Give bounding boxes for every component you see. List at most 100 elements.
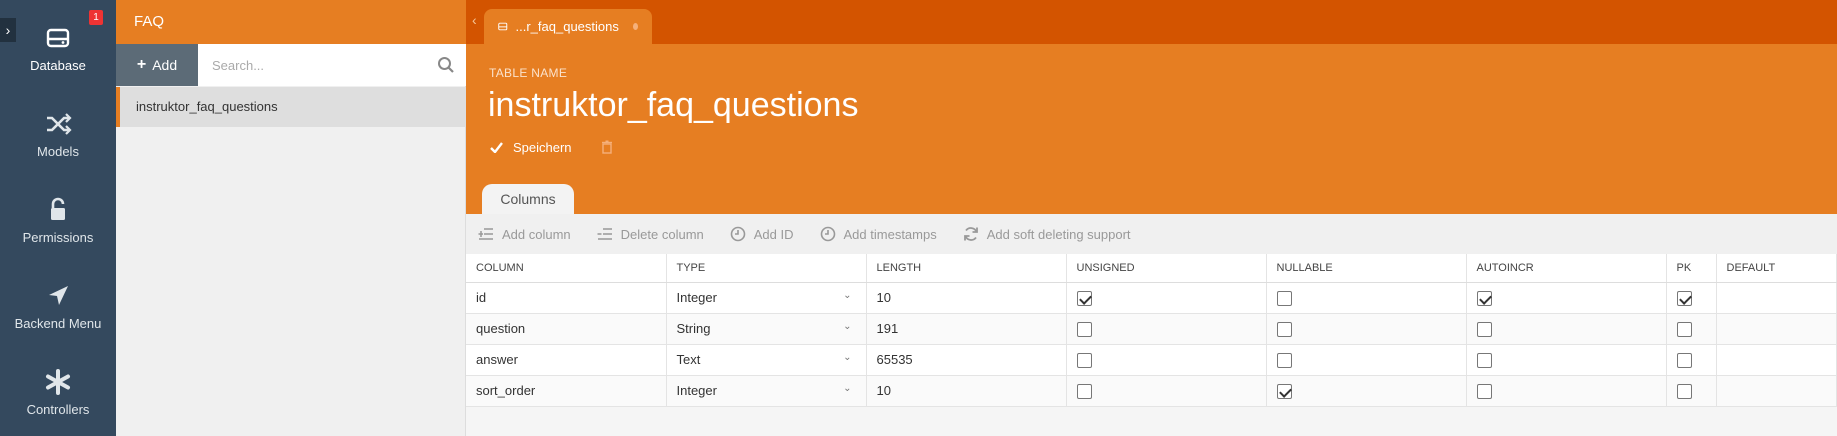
pk-checkbox[interactable] <box>1676 290 1692 306</box>
length-cell[interactable]: 65535 <box>866 344 1067 376</box>
length-cell[interactable]: 10 <box>866 282 1067 314</box>
default-cell[interactable] <box>1716 375 1837 407</box>
nullable-checkbox[interactable] <box>1276 383 1292 399</box>
type-value: Integer <box>676 290 717 305</box>
column-name-cell[interactable]: question <box>466 313 667 345</box>
table-row: question String ⌄ 191 <box>466 313 1837 345</box>
list-item[interactable]: instruktor_faq_questions <box>116 87 466 127</box>
add-soft-delete-button[interactable]: Add soft deleting support <box>963 226 1131 242</box>
nav-item-models[interactable]: Models <box>0 110 116 159</box>
tab-label: ...r_faq_questions <box>515 19 619 34</box>
save-label: Speichern <box>513 140 572 155</box>
column-name-cell[interactable]: answer <box>466 344 667 376</box>
add-id-button[interactable]: Add ID <box>730 226 794 242</box>
column-header: PK <box>1666 254 1717 283</box>
type-select[interactable]: String ⌄ <box>666 313 867 345</box>
pk-checkbox[interactable] <box>1676 383 1692 399</box>
nullable-checkbox[interactable] <box>1276 352 1292 368</box>
chevron-down-icon: ⌄ <box>843 321 852 332</box>
delete-column-icon <box>597 228 612 240</box>
clock-icon <box>820 226 835 242</box>
chevron-down-icon: ⌄ <box>843 290 852 301</box>
column-header: TYPE <box>666 254 867 283</box>
column-header: DEFAULT <box>1716 254 1837 283</box>
column-header: COLUMN <box>466 254 667 283</box>
nav-item-controllers[interactable]: Controllers <box>0 368 116 417</box>
default-cell[interactable] <box>1716 282 1837 314</box>
table-header-row: COLUMN TYPE LENGTH UNSIGNED NULLABLE AUT… <box>466 254 1837 283</box>
columns-table: COLUMN TYPE LENGTH UNSIGNED NULLABLE AUT… <box>466 254 1837 407</box>
column-name-cell[interactable]: id <box>466 282 667 314</box>
type-select[interactable]: Integer ⌄ <box>666 282 867 314</box>
chevron-left-icon[interactable]: ‹ <box>472 12 477 28</box>
nullable-checkbox[interactable] <box>1276 290 1292 306</box>
length-cell[interactable]: 191 <box>866 313 1067 345</box>
column-name-cell[interactable]: sort_order <box>466 375 667 407</box>
column-header: LENGTH <box>866 254 1067 283</box>
add-timestamps-label: Add timestamps <box>843 226 937 242</box>
nav-item-backend-menu[interactable]: Backend Menu <box>0 282 116 331</box>
database-icon <box>46 28 70 48</box>
nav-item-database[interactable]: Database <box>0 24 116 73</box>
default-cell[interactable] <box>1716 344 1837 376</box>
unsigned-checkbox[interactable] <box>1076 383 1092 399</box>
length-cell[interactable]: 10 <box>866 375 1067 407</box>
add-column-button[interactable]: Add column <box>478 226 571 242</box>
autoincr-checkbox[interactable] <box>1476 321 1492 337</box>
nav-item-permissions[interactable]: Permissions <box>0 196 116 245</box>
add-id-label: Add ID <box>753 226 794 242</box>
document-tabs-bar: ‹ ...r_faq_questions <box>466 0 1837 44</box>
nav-label: Backend Menu <box>14 316 102 331</box>
delete-column-button[interactable]: Delete column <box>597 226 704 242</box>
table-name[interactable]: instruktor_faq_questions <box>488 86 858 125</box>
column-header: UNSIGNED <box>1066 254 1267 283</box>
pk-checkbox[interactable] <box>1676 321 1692 337</box>
pk-cell <box>1666 344 1717 376</box>
unsigned-cell <box>1066 282 1267 314</box>
autoincr-cell <box>1466 375 1667 407</box>
save-button[interactable]: Speichern <box>490 140 572 155</box>
main-nav: › 1 Database Models Permissions Backend … <box>0 0 116 436</box>
unsigned-checkbox[interactable] <box>1076 352 1092 368</box>
table-header: TABLE NAME instruktor_faq_questions Spei… <box>466 44 1837 214</box>
unsigned-cell <box>1066 375 1267 407</box>
type-select[interactable]: Integer ⌄ <box>666 375 867 407</box>
unsigned-cell <box>1066 313 1267 345</box>
database-icon <box>498 22 508 31</box>
nullable-cell <box>1266 375 1467 407</box>
pk-cell <box>1666 375 1717 407</box>
add-timestamps-button[interactable]: Add timestamps <box>820 226 937 242</box>
nav-label: Models <box>37 144 79 159</box>
pk-checkbox[interactable] <box>1676 352 1692 368</box>
pk-cell <box>1666 282 1717 314</box>
unsigned-checkbox[interactable] <box>1076 290 1092 306</box>
clock-icon <box>730 226 746 242</box>
tab-table[interactable]: ...r_faq_questions <box>484 9 652 44</box>
nullable-checkbox[interactable] <box>1276 321 1292 337</box>
refresh-icon <box>963 227 978 241</box>
trash-icon[interactable] <box>601 140 613 154</box>
search-icon[interactable] <box>437 56 455 74</box>
type-select[interactable]: Text ⌄ <box>666 344 867 376</box>
unlock-icon <box>51 197 65 220</box>
search-input[interactable] <box>198 44 466 86</box>
unsigned-checkbox[interactable] <box>1076 321 1092 337</box>
chevron-down-icon: ⌄ <box>843 383 852 394</box>
unsigned-cell <box>1066 344 1267 376</box>
plugin-title: FAQ <box>116 0 466 44</box>
default-cell[interactable] <box>1716 313 1837 345</box>
location-arrow-icon <box>49 286 68 305</box>
table-row: answer Text ⌄ 65535 <box>466 344 1837 376</box>
autoincr-cell <box>1466 344 1667 376</box>
autoincr-cell <box>1466 313 1667 345</box>
autoincr-checkbox[interactable] <box>1476 290 1492 306</box>
add-column-icon <box>478 228 493 240</box>
nullable-cell <box>1266 313 1467 345</box>
tab-columns[interactable]: Columns <box>482 184 574 214</box>
type-value: String <box>676 321 711 336</box>
table-name-label: TABLE NAME <box>489 66 568 80</box>
add-table-button[interactable]: + Add <box>116 44 198 86</box>
chevron-down-icon: ⌄ <box>843 352 852 363</box>
autoincr-checkbox[interactable] <box>1476 383 1492 399</box>
autoincr-checkbox[interactable] <box>1476 352 1492 368</box>
